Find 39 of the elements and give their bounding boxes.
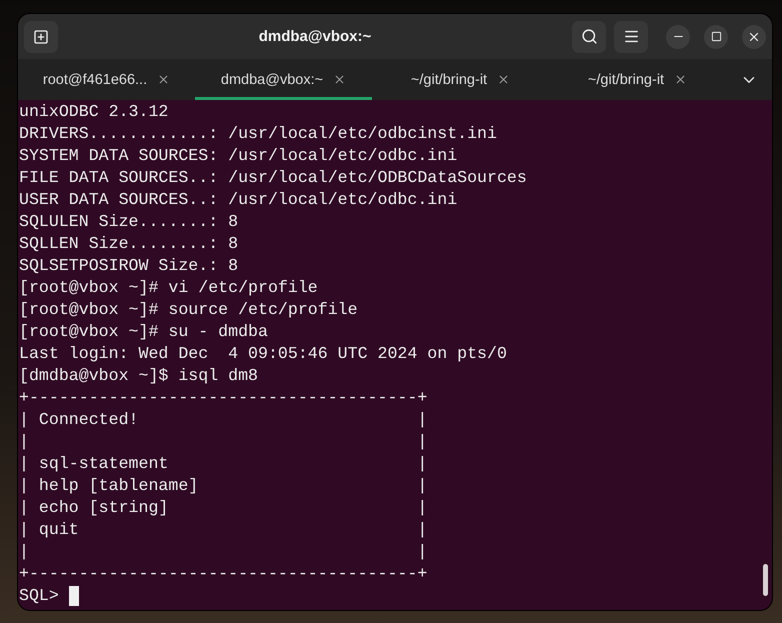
- maximize-icon[interactable]: [704, 24, 728, 48]
- terminal-line: | |: [19, 432, 428, 451]
- terminal-line: [root@vbox ~]# su - dmdba: [19, 322, 268, 341]
- close-icon[interactable]: [333, 73, 346, 86]
- terminal-line: FILE DATA SOURCES..: /usr/local/etc/ODBCDataSources: [19, 168, 527, 187]
- terminal-line: SQLSETPOSIROW Size.: 8: [19, 256, 238, 275]
- close-icon[interactable]: [157, 73, 170, 86]
- terminal-line: | quit |: [19, 520, 428, 539]
- window-title: dmdba@vbox:~: [258, 28, 372, 45]
- terminal-line: Last login: Wed Dec 4 09:05:46 UTC 2024 on pts/0: [19, 344, 507, 363]
- terminal-line: USER DATA SOURCES..: /usr/local/etc/odbc.ini: [19, 190, 458, 209]
- terminal-line: SQLULEN Size.......: 8: [19, 212, 238, 231]
- terminal-line: [root@vbox ~]# source /etc/profile: [19, 300, 358, 319]
- terminal-line: [dmdba@vbox ~]$ isql dm8: [19, 366, 258, 385]
- search-icon[interactable]: [572, 20, 606, 52]
- terminal-line: | |: [19, 542, 428, 561]
- text-cursor: [68, 586, 79, 606]
- tab[interactable]: ~/git/bring-it: [372, 59, 549, 100]
- tab[interactable]: dmdba@vbox:~: [195, 59, 372, 100]
- sql-prompt: SQL>: [19, 585, 59, 607]
- terminal-line: | help [tablename] |: [19, 476, 428, 495]
- close-icon[interactable]: [742, 24, 766, 48]
- tab[interactable]: root@f461e66...: [18, 59, 195, 100]
- scrollbar[interactable]: [763, 564, 768, 596]
- terminal-line: unixODBC 2.3.12: [19, 102, 168, 121]
- menu-icon[interactable]: [614, 20, 648, 52]
- terminal-line: +---------------------------------------+: [19, 564, 428, 583]
- terminal-line: | sql-statement |: [19, 454, 428, 473]
- close-icon[interactable]: [497, 73, 510, 86]
- terminal-line: SQLLEN Size........: 8: [19, 234, 238, 253]
- terminal-line: DRIVERS............: /usr/local/etc/odbcinst.ini: [19, 124, 497, 143]
- terminal-line: | echo [string] |: [19, 498, 428, 517]
- terminal-line: | Connected! |: [19, 410, 428, 429]
- new-tab-icon[interactable]: [24, 20, 58, 52]
- close-icon[interactable]: [674, 73, 688, 86]
- terminal-line: SYSTEM DATA SOURCES: /usr/local/etc/odbc.ini: [19, 146, 458, 165]
- terminal-line: [root@vbox ~]# vi /etc/profile: [19, 278, 318, 297]
- terminal-line: +---------------------------------------+: [19, 388, 428, 407]
- tab[interactable]: ~/git/bring-it: [549, 59, 726, 100]
